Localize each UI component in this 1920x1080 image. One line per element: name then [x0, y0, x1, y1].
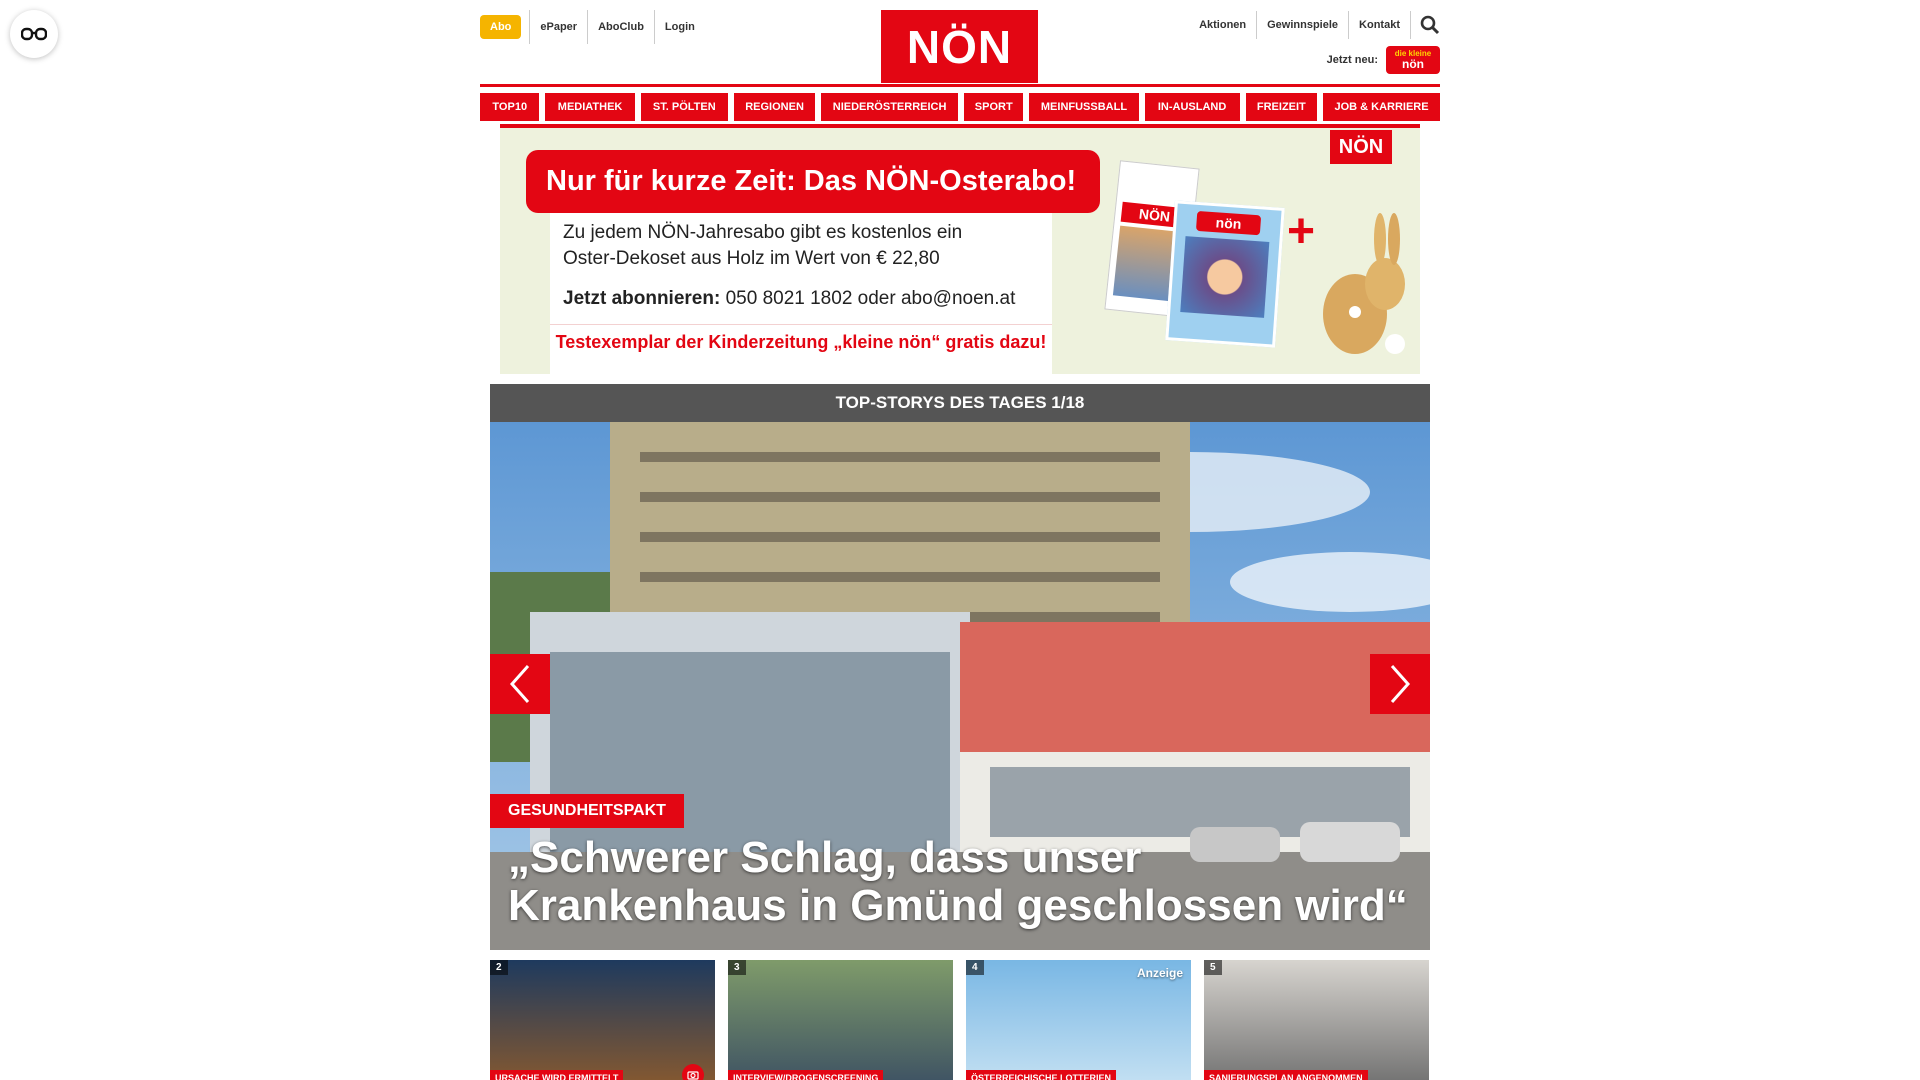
story-card-tag: URSACHE WIRD ERMITTELT	[490, 1070, 624, 1080]
banner-top-line	[500, 124, 1420, 128]
kleine-noen-magazine-image: nön	[1165, 200, 1285, 348]
nav-item-niederoesterreich[interactable]: NIEDERÖSTERREICH	[821, 93, 958, 121]
abo-button[interactable]: Abo	[480, 15, 522, 39]
jetzt-neu-label: Jetzt neu:	[1326, 54, 1378, 66]
story-card-photo-badge	[682, 1064, 704, 1080]
magazine-photo	[1180, 236, 1270, 318]
chevron-left-icon	[509, 665, 530, 703]
nav-item-freizeit[interactable]: FREIZEIT	[1245, 93, 1318, 121]
banner-text: Zu jedem NÖN-Jahresabo gibt es kostenlos…	[563, 220, 962, 272]
carousel-next-button[interactable]	[1370, 654, 1430, 714]
story-card-tag: SANIERUNGSPLAN ANGENOMMEN	[1204, 1070, 1368, 1080]
jetzt-neu: Jetzt neu: die kleine nön	[1327, 46, 1440, 74]
top-stories-header: TOP-STORYS DES TAGES 1/18	[490, 384, 1430, 422]
banner-bottom-line: Testexemplar der Kinderzeitung „kleine n…	[550, 324, 1052, 360]
nav-item-st-poelten[interactable]: ST. PÖLTEN	[640, 93, 728, 121]
aboclub-link[interactable]: AboClub	[587, 10, 654, 44]
story-category-tag[interactable]: GESUNDHEITSPAKT	[490, 794, 684, 828]
kleine-logo-bottom: nön	[1402, 57, 1424, 71]
story-card[interactable]: 5 SANIERUNGSPLAN ANGENOMMEN	[1204, 960, 1429, 1080]
story-card-tag: ÖSTERREICHISCHE LOTTERIEN	[966, 1070, 1117, 1080]
story-card-number: 3	[728, 960, 746, 975]
banner-contact: Jetzt abonnieren: 050 8021 1802 oder abo…	[563, 288, 1015, 310]
story-headline[interactable]: „Schwerer Schlag, dass unser Krankenhaus…	[508, 834, 1418, 930]
top-nav-left: Abo ePaper AboClub Login	[480, 10, 705, 44]
nav-item-top10[interactable]: TOP10	[480, 93, 540, 121]
banner-text-line2: Oster-Dekoset aus Holz im Wert von € 22,…	[563, 248, 940, 269]
banner-contact-label: Jetzt abonnieren:	[563, 288, 721, 309]
story-cards: 2 URSACHE WIRD ERMITTELT 3 INTERVIEW/DRO…	[490, 960, 1430, 1080]
story-card-number: 4	[966, 960, 984, 975]
story-card-number: 5	[1204, 960, 1222, 975]
top-story-slide[interactable]: GESUNDHEITSPAKT „Schwerer Schlag, dass u…	[490, 422, 1430, 950]
login-link[interactable]: Login	[653, 10, 705, 44]
kontakt-link[interactable]: Kontakt	[1348, 11, 1410, 39]
story-card[interactable]: 4 Anzeige ÖSTERREICHISCHE LOTTERIEN	[966, 960, 1191, 1080]
camera-icon	[687, 1071, 699, 1080]
kleine-noen-logo[interactable]: die kleine nön	[1386, 46, 1440, 74]
story-card[interactable]: 3 INTERVIEW/DROGENSCREENING	[728, 960, 953, 1080]
main-nav: TOP10 MEDIATHEK ST. PÖLTEN REGIONEN NIED…	[480, 93, 1440, 121]
easter-bunny-image	[1323, 213, 1405, 354]
aktionen-link[interactable]: Aktionen	[1189, 11, 1256, 39]
epaper-link[interactable]: ePaper	[529, 10, 587, 44]
chevron-right-icon	[1390, 665, 1411, 703]
nav-item-regionen[interactable]: REGIONEN	[733, 93, 816, 121]
header: Abo ePaper AboClub Login NÖN Aktionen Ge…	[480, 0, 1440, 86]
osterabo-banner[interactable]: Nur für kurze Zeit: Das NÖN-Osterabo! Zu…	[500, 124, 1420, 374]
page-container: Abo ePaper AboClub Login NÖN Aktionen Ge…	[480, 0, 1440, 1080]
top-nav-right: Aktionen Gewinnspiele Kontakt	[1189, 10, 1440, 40]
story-card-ad-label: Anzeige	[1136, 966, 1183, 980]
nav-item-in-ausland[interactable]: IN-AUSLAND	[1144, 93, 1240, 121]
banner-headline: Nur für kurze Zeit: Das NÖN-Osterabo!	[526, 150, 1100, 213]
story-card-number: 2	[490, 960, 508, 975]
search-icon	[1420, 15, 1440, 35]
banner-noen-badge: NÖN	[1330, 130, 1392, 164]
nav-item-job-karriere[interactable]: JOB & KARRIERE	[1323, 93, 1440, 121]
banner-text-line1: Zu jedem NÖN-Jahresabo gibt es kostenlos…	[563, 222, 963, 243]
nav-item-meinfussball[interactable]: MEINFUSSBALL	[1029, 93, 1139, 121]
accessibility-button[interactable]	[10, 10, 58, 58]
carousel-prev-button[interactable]	[490, 654, 550, 714]
nav-item-mediathek[interactable]: MEDIATHEK	[545, 93, 635, 121]
nav-item-sport[interactable]: SPORT	[964, 93, 1024, 121]
story-card-tag: INTERVIEW/DROGENSCREENING	[728, 1070, 884, 1080]
noen-logo[interactable]: NÖN	[881, 10, 1038, 83]
top-stories: TOP-STORYS DES TAGES 1/18 GESUNDHEITSPAK…	[490, 384, 1430, 950]
banner-contact-value: 050 8021 1802 oder abo@noen.at	[720, 288, 1016, 309]
gewinnspiele-link[interactable]: Gewinnspiele	[1256, 11, 1348, 39]
search-button[interactable]	[1410, 11, 1440, 39]
kleine-noen-magazine-title: nön	[1195, 210, 1262, 236]
story-card[interactable]: 2 URSACHE WIRD ERMITTELT	[490, 960, 715, 1080]
glasses-icon	[21, 27, 47, 41]
